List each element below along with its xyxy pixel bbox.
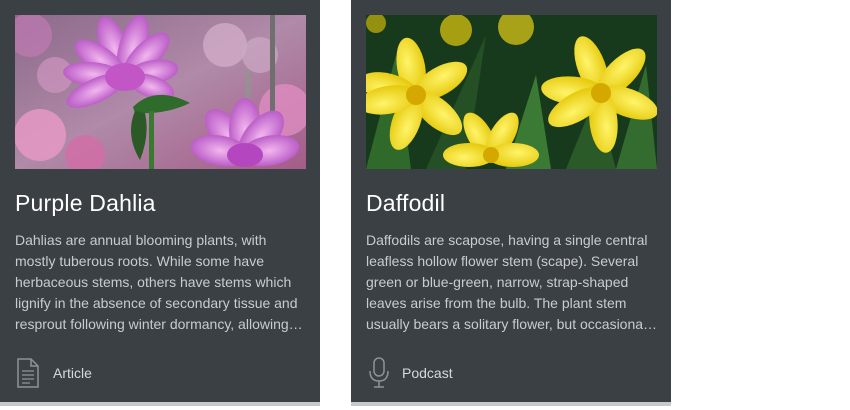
- content-card-purple-dahlia[interactable]: Purple Dahlia Dahlias are annual bloomin…: [0, 0, 320, 406]
- card-grid: Purple Dahlia Dahlias are annual bloomin…: [0, 0, 850, 410]
- card-type: Article: [15, 356, 92, 390]
- type-label: Article: [53, 365, 92, 381]
- card-type: Podcast: [366, 356, 453, 390]
- card-description: Daffodils are scapose, having a single c…: [366, 232, 657, 332]
- card-image-dahlia[interactable]: [15, 15, 306, 169]
- type-label: Podcast: [402, 365, 453, 381]
- card-title[interactable]: Daffodil: [366, 190, 445, 217]
- card-image-daffodil[interactable]: [366, 15, 657, 169]
- document-icon: [15, 357, 41, 389]
- daffodil-photo: [366, 15, 657, 169]
- dahlia-photo: [15, 15, 306, 169]
- content-card-daffodil[interactable]: Daffodil Daffodils are scapose, having a…: [351, 0, 671, 406]
- card-title[interactable]: Purple Dahlia: [15, 190, 156, 217]
- microphone-icon: [366, 357, 392, 389]
- card-description: Dahlias are annual blooming plants, with…: [15, 232, 298, 332]
